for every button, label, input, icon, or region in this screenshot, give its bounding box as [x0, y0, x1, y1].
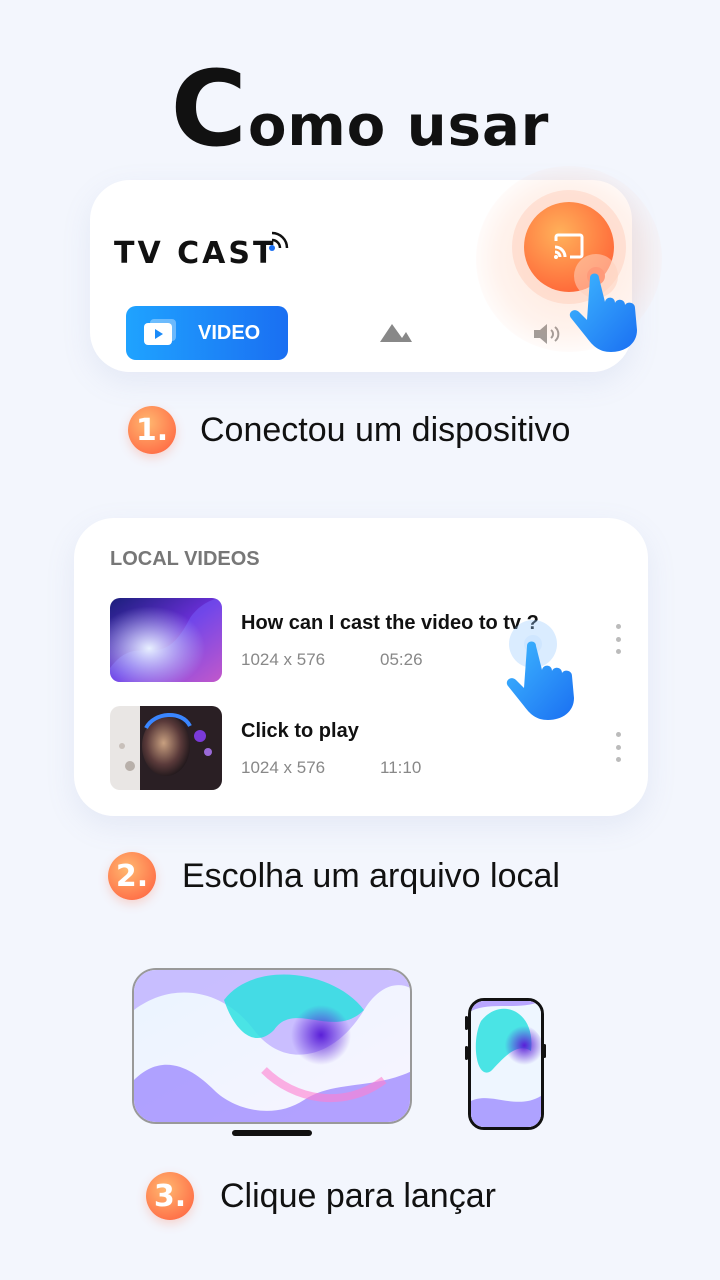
app-preview-card: TV CAST VIDEO — [90, 166, 662, 372]
app-brand: TV CAST — [114, 236, 277, 271]
step-number-badge: 1. — [128, 406, 176, 454]
step-1: 1. Conectou um dispositivo — [128, 406, 570, 454]
step-number-badge: 2. — [108, 852, 156, 900]
phone-side-button — [543, 1044, 546, 1058]
tv-stand — [232, 1130, 312, 1136]
more-options-icon[interactable] — [616, 624, 622, 654]
title-first-letter: C — [170, 48, 248, 170]
video-duration: 05:26 — [380, 650, 423, 669]
video-title: Click to play — [241, 720, 359, 742]
more-options-icon[interactable] — [616, 732, 622, 762]
phone-illustration — [468, 998, 544, 1130]
video-resolution: 1024 x 576 — [241, 758, 326, 777]
video-thumbnail — [110, 598, 222, 682]
title-rest: omo usar — [247, 94, 550, 159]
section-header: LOCAL VIDEOS — [110, 548, 260, 570]
video-duration: 11:10 — [380, 758, 422, 777]
phone-side-button — [465, 1046, 468, 1060]
wifi-signal-icon — [269, 231, 289, 251]
step-3: 3. Clique para lançar — [146, 1172, 496, 1220]
video-tab-button[interactable]: VIDEO — [126, 306, 288, 360]
step-text: Clique para lançar — [220, 1176, 496, 1215]
tap-hand-icon — [506, 620, 574, 720]
tap-hand-icon — [569, 254, 637, 352]
step-text: Conectou um dispositivo — [200, 410, 571, 449]
phone-side-button — [465, 1016, 468, 1030]
video-tab-label: VIDEO — [198, 321, 261, 344]
step-number-badge: 3. — [146, 1172, 194, 1220]
step-text: Escolha um arquivo local — [182, 856, 560, 895]
tv-screen-illustration — [132, 968, 412, 1124]
video-resolution: 1024 x 576 — [241, 650, 326, 669]
page-title: Como usar — [0, 48, 720, 170]
step-2: 2. Escolha um arquivo local — [108, 852, 560, 900]
image-icon[interactable] — [378, 320, 414, 344]
video-thumbnail — [110, 706, 222, 790]
video-title: How can I cast the video to tv ? — [241, 612, 539, 634]
play-icon — [144, 319, 176, 345]
